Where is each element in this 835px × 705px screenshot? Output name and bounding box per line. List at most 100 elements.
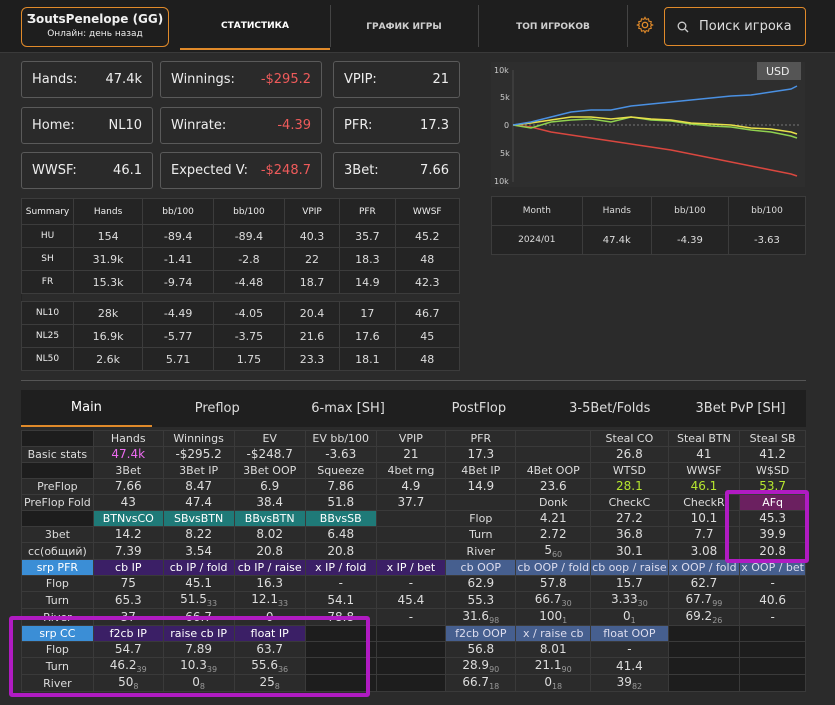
tab-statistics[interactable]: СТАТИСТИКА [180,3,330,50]
sample-size: 33 [277,599,289,608]
stat-card-wwsf: WWSF: 46.1 [21,152,153,189]
cell-value: 5 [544,543,552,558]
cell: 7.39 [92,542,164,560]
cell: 2.6k [72,347,144,371]
table-row: SH 31.9k -1.41 -2.8 22 18.3 48 [21,247,461,271]
sample-size: 98 [489,616,500,625]
cell: 22 [283,247,341,271]
cell: SBvsBTN [162,510,235,527]
cell [515,446,592,463]
y-tick: 5k [500,149,510,158]
cell: PFR [445,430,517,447]
cell: 4.9 [375,478,447,495]
cell [375,674,447,692]
tab-postflop[interactable]: PostFlop [413,390,544,427]
cell: 28k [72,301,144,325]
cell-value: 66.7 [534,592,562,607]
cell: 38.4 [233,494,306,511]
cell: 560 [515,542,592,560]
cell: Steal BTN [667,430,741,447]
stat-card-3bet: 3Bet: 7.66 [333,152,460,189]
cell: 47.4k [92,446,164,463]
row-label: Basic stats [21,446,94,463]
cell: Winnings [162,430,235,447]
search-button[interactable]: Поиск игрока [664,7,806,46]
cell: 69.226 [667,608,741,626]
cell: 6.48 [304,526,377,543]
cell: - [375,575,447,592]
cell: 17.6 [339,324,396,348]
cell: -4.39 [650,225,729,255]
table-row: Turn 65.3 51.533 12.133 54.1 45.4 55.3 6… [21,591,806,609]
stat-value: -$248.7 [260,163,311,178]
table-row: BTNvsCO SBvsBTN BBvsBTN BBvsSB Flop 4.21… [21,510,806,527]
cell [375,526,447,543]
column-header: Hands [581,196,652,226]
cell-value: 39 [616,675,632,690]
cell: 2024/01 [491,225,583,255]
cell: 20.8 [304,542,377,560]
cell: 5.71 [142,347,215,371]
cell [375,657,447,675]
stat-card-expected-value: Expected V: -$248.7 [160,152,322,189]
table-row: PreFlop Fold 43 47.4 38.4 51.8 37.7 Donk… [21,494,806,511]
cell: 65.3 [92,591,164,609]
sample-size: 99 [712,599,723,608]
cell [375,641,447,658]
cell: -4.49 [142,301,215,325]
cell-value: 66.7 [462,675,490,690]
tab-3bet-pvp[interactable]: 3Bet PvP [SH] [675,390,806,427]
gear-icon[interactable] [636,16,654,34]
sample-size: 30 [561,599,572,608]
cell: 30.1 [590,542,669,560]
cell: Squeeze [304,462,377,479]
search-icon [677,21,689,32]
y-tick: 10k [494,66,509,75]
tab-6max[interactable]: 6-max [SH] [283,390,414,427]
tab-3-5bet-folds[interactable]: 3-5Bet/Folds [544,390,675,427]
tab-preflop[interactable]: Preflop [152,390,283,427]
summary-table: Summary Hands bb/100 bb/100 VPIP PFR WWS… [21,198,461,371]
table-row: Flop 75 45.1 16.3 - - 62.9 57.8 15.7 62.… [21,575,806,592]
winnings-chart[interactable]: 10k 5k 0 5k 10k USD [491,62,805,187]
cell: 48 [394,247,461,271]
table-row: Basic stats 47.4k -$295.2 -$248.7 -3.63 … [21,446,806,463]
row-label: FR [21,270,74,294]
cell: 66.730 [515,591,592,609]
cell: 21 [375,446,447,463]
search-label: Поиск игрока [699,19,792,34]
row-label: PreFlop Fold [21,494,94,511]
column-header: bb/100 [727,196,807,226]
row-label: Flop [445,510,517,527]
column-header: WWSF [394,198,461,225]
cell [739,641,806,658]
cell: 56.8 [445,641,517,658]
cell: 3Bet IP [162,462,235,479]
cell: -9.74 [142,270,215,294]
player-badge[interactable]: ƷoutsPenelope (GG) Онлайн: день назад [21,7,169,47]
cell: -$295.2 [162,446,235,463]
tab-main[interactable]: Main [21,390,152,427]
cell: 35.7 [339,224,396,248]
cell [667,641,741,658]
stat-label: 3Bet: [344,163,379,178]
cell-value: 100 [539,609,563,624]
cell: x IP / fold [304,559,377,576]
stat-value: 47.4k [105,72,142,87]
tab-top-players[interactable]: ТОП ИГРОКОВ [479,3,627,50]
cell: BBvsSB [304,510,377,527]
tab-game-chart[interactable]: ГРАФИК ИГРЫ [331,3,477,50]
cell: 2.72 [515,526,592,543]
cell: 40.6 [739,591,806,609]
cell: 62.7 [667,575,741,592]
cell [21,430,94,447]
cell: 27.2 [590,510,669,527]
cell: Steal CO [590,430,669,447]
cell: WTSD [590,462,669,479]
cell: 45.4 [375,591,447,609]
currency-label: USD [766,65,790,78]
cell: EV bb/100 [304,430,377,447]
cell-value: 0 [623,609,631,624]
cell: BTNvsCO [92,510,164,527]
cell: 17.3 [445,446,517,463]
